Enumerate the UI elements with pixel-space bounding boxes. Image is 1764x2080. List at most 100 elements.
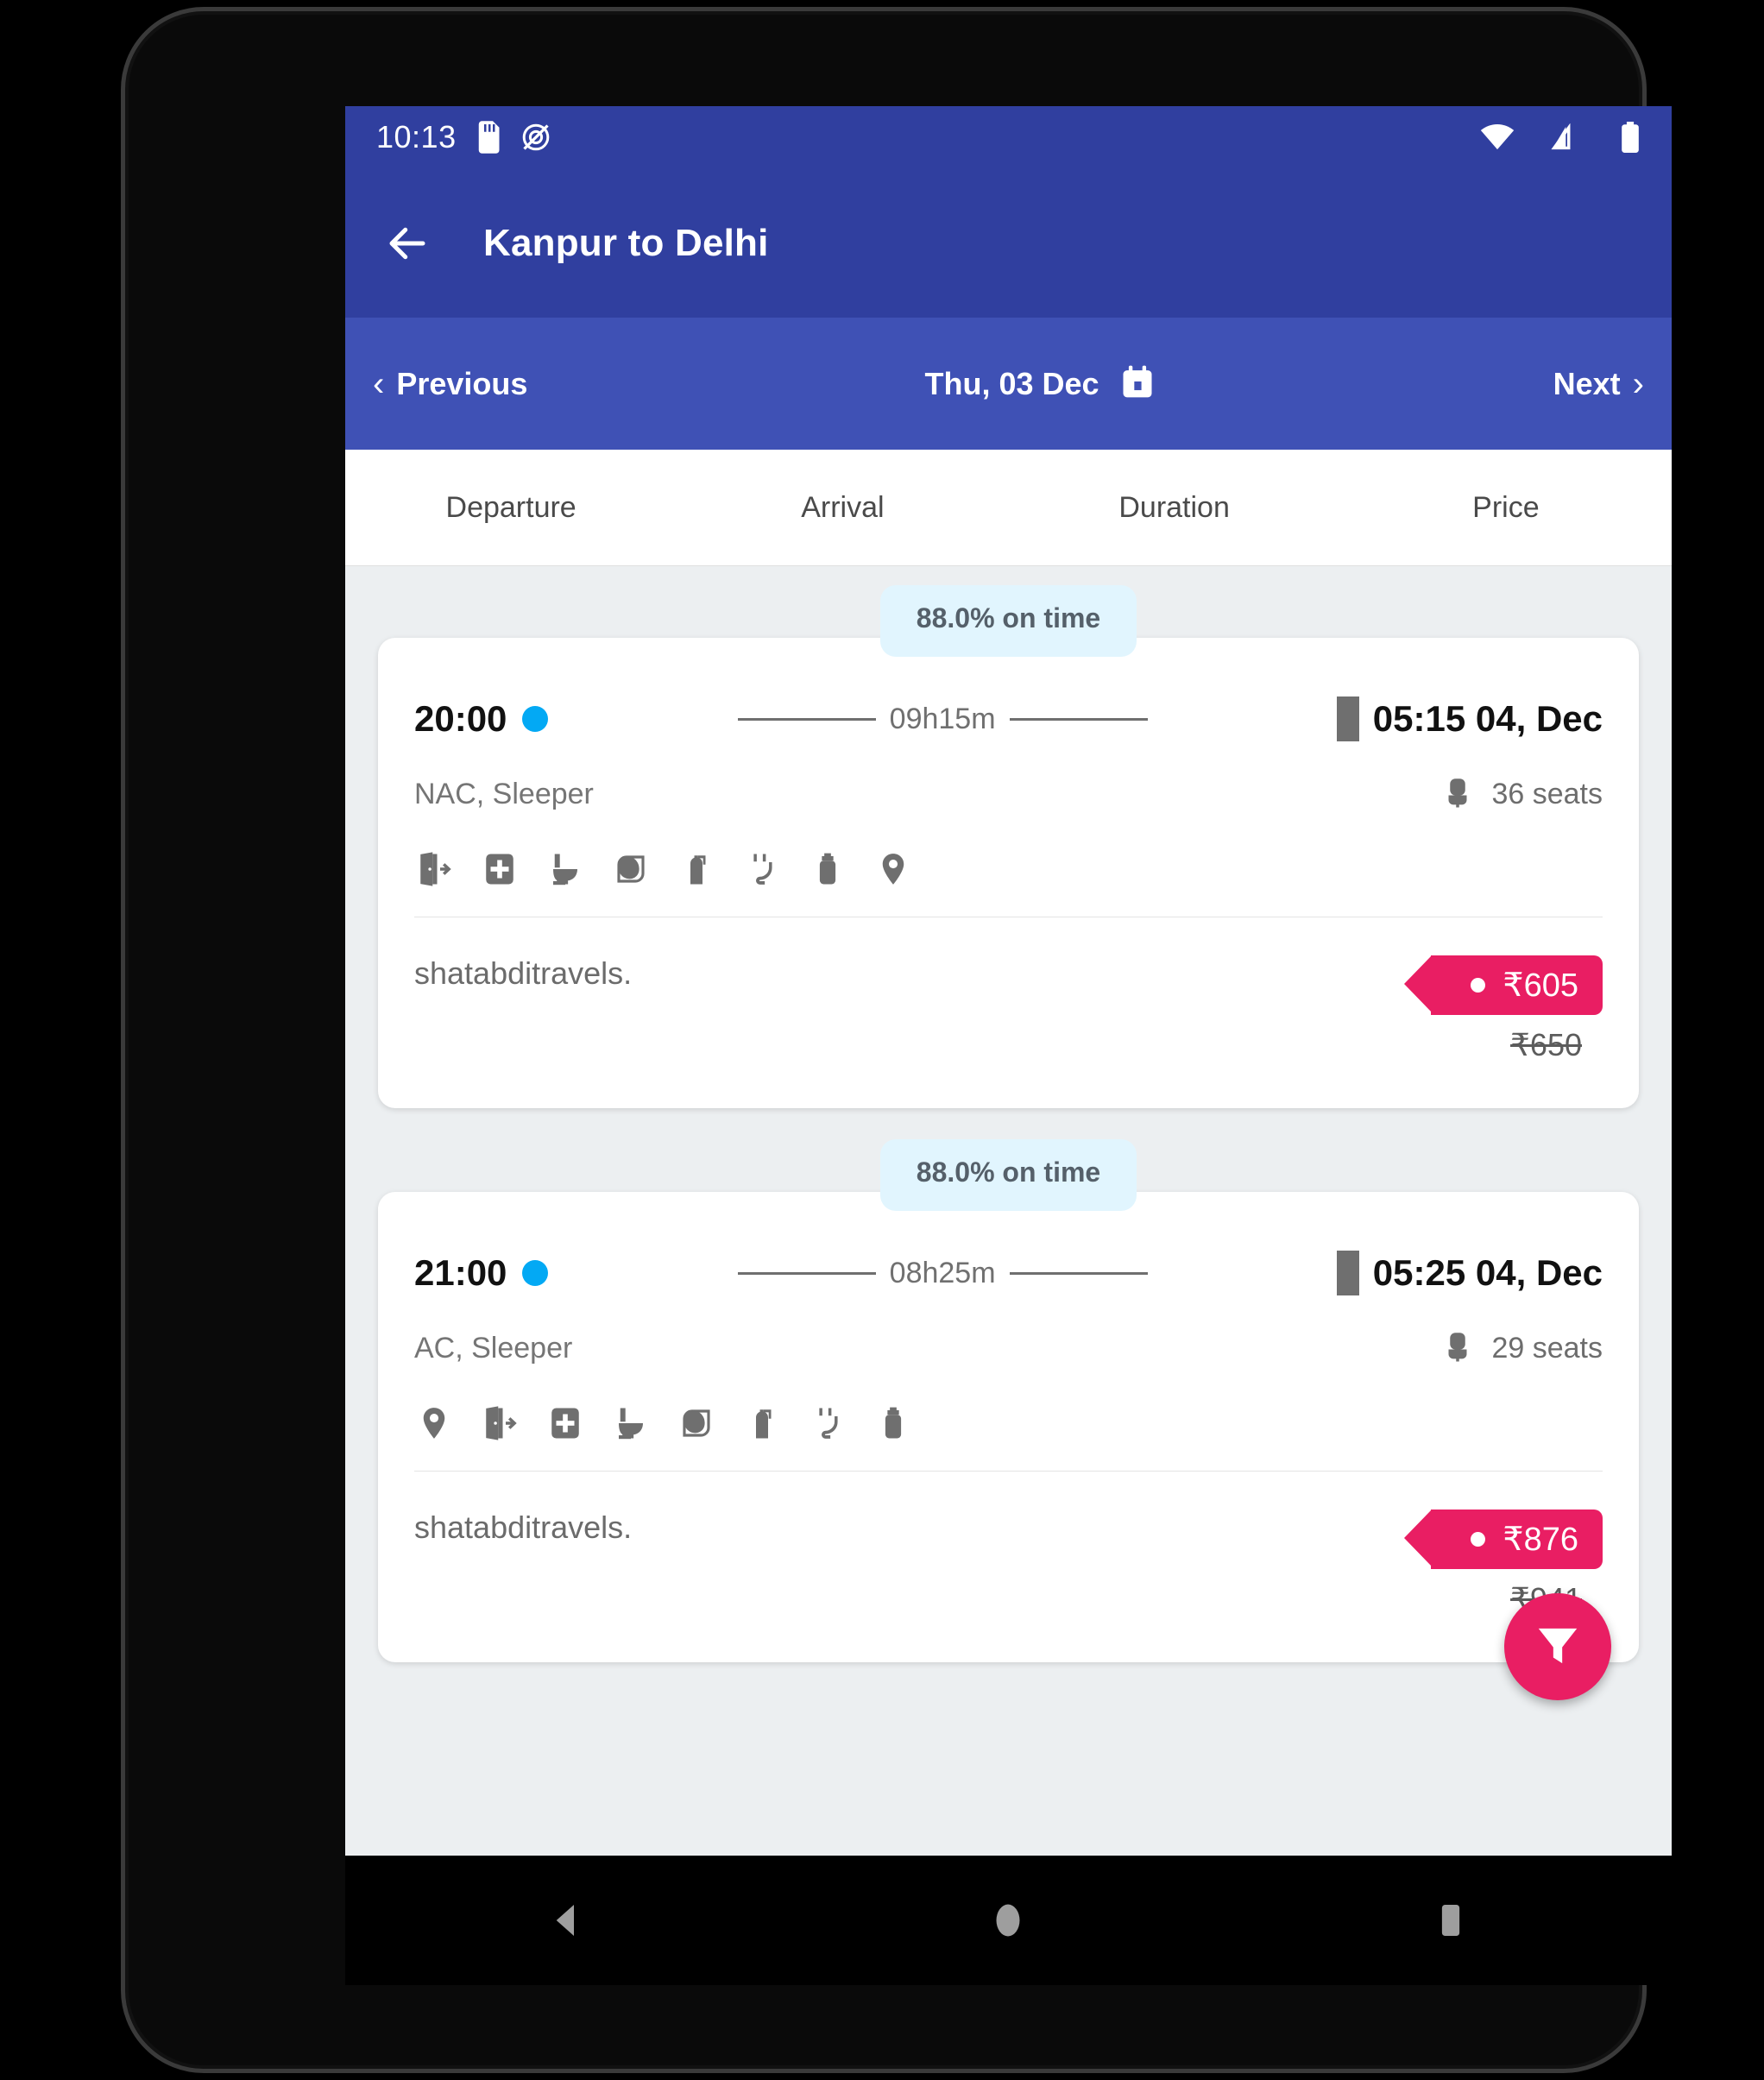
app-bar: Kanpur to Delhi [345, 168, 1672, 318]
bus-meta-row: NAC, Sleeper 36 seats [414, 774, 1603, 815]
sort-tab-price[interactable]: Price [1340, 491, 1672, 525]
bus-meta-row: AC, Sleeper 29 seats [414, 1328, 1603, 1369]
chevron-right-icon: › [1632, 364, 1644, 403]
price-group: ₹605 ₹650 [1404, 955, 1603, 1063]
duration-line-right [1009, 1271, 1148, 1275]
blanket-icon [677, 1403, 716, 1443]
page-title: Kanpur to Delhi [483, 221, 769, 264]
arrival-time: 05:25 04, Dec [1372, 1252, 1603, 1293]
trip-duration: 09h15m [889, 702, 996, 735]
arrival-marker-icon [1336, 1251, 1359, 1295]
times-row: 21:00 08h25m 05:25 04, Dec [414, 1251, 1603, 1295]
sort-tab-duration[interactable]: Duration [1009, 491, 1340, 525]
emergency-exit-icon [414, 849, 454, 889]
arrival-marker-icon [1336, 696, 1359, 741]
operator-price-row: shatabditravels. ₹605 ₹650 [414, 917, 1603, 1108]
bus-results-list[interactable]: 88.0% on time 20:00 09h15m 05:15 04, Dec [345, 566, 1672, 1856]
first-aid-icon [480, 849, 520, 889]
price-tag-hole-icon [1471, 978, 1486, 993]
toilet-icon [611, 1403, 651, 1443]
toilet-icon [545, 849, 585, 889]
current-price: ₹876 [1503, 1522, 1578, 1558]
previous-date-button[interactable]: ‹ Previous [373, 366, 527, 402]
price-tag-hole-icon [1471, 1532, 1486, 1547]
duration-group: 08h25m [570, 1257, 1314, 1290]
available-seats: 36 seats [1491, 778, 1603, 810]
duration-line-right [1009, 717, 1148, 721]
arrival-group: 05:15 04, Dec [1336, 696, 1603, 741]
water-bottle-icon [873, 1403, 913, 1443]
phone-screen: 10:13 Kanpur to Delhi ‹ Previous Thu, 03… [345, 106, 1672, 1856]
chevron-left-icon: ‹ [373, 364, 385, 403]
departure-dot-icon [522, 1260, 549, 1286]
price-tag[interactable]: ₹605 [1404, 955, 1603, 1015]
trip-duration: 08h25m [889, 1256, 996, 1289]
bus-type-label: NAC, Sleeper [414, 778, 594, 810]
sd-card-icon [476, 121, 501, 154]
times-row: 20:00 09h15m 05:15 04, Dec [414, 696, 1603, 741]
status-bar-right-icons [1461, 122, 1641, 153]
seat-icon [1440, 774, 1476, 815]
charging-point-icon [742, 849, 782, 889]
bus-card[interactable]: 20:00 09h15m 05:15 04, Dec NAC, Sleeper … [378, 638, 1639, 1108]
system-navigation-bar [345, 1856, 1672, 1985]
bus-result-item[interactable]: 88.0% on time 20:00 09h15m 05:15 04, Dec [345, 566, 1672, 1108]
next-date-button[interactable]: Next › [1553, 366, 1644, 402]
next-date-label: Next [1553, 365, 1621, 401]
bus-result-item[interactable]: 88.0% on time 21:00 08h25m 05:25 04, Dec [345, 1120, 1672, 1662]
original-price: ₹650 [1510, 1027, 1582, 1062]
live-tracking-icon [873, 849, 913, 889]
current-price: ₹605 [1503, 968, 1578, 1004]
sort-tab-departure[interactable]: Departure [345, 491, 677, 525]
seat-icon [1440, 1328, 1476, 1369]
do-not-disturb-icon [520, 122, 551, 153]
operator-price-row: shatabditravels. ₹876 ₹941 [414, 1472, 1603, 1662]
on-time-badge: 88.0% on time [879, 585, 1137, 657]
calendar-icon [1118, 362, 1156, 405]
seats-group: 36 seats [1440, 774, 1603, 815]
sort-tab-arrival[interactable]: Arrival [677, 491, 1008, 525]
system-back-button[interactable] [523, 1877, 609, 1963]
status-bar: 10:13 [345, 106, 1672, 168]
fire-extinguisher-icon [742, 1403, 782, 1443]
first-aid-icon [545, 1403, 585, 1443]
operator-name: shatabditravels. [414, 1510, 633, 1545]
bus-card[interactable]: 21:00 08h25m 05:25 04, Dec AC, Sleeper 2… [378, 1192, 1639, 1662]
amenities-row [414, 1403, 1603, 1471]
sort-tabs-bar: Departure Arrival Duration Price [345, 450, 1672, 566]
current-date-label: Thu, 03 Dec [924, 365, 1099, 401]
date-picker-button[interactable]: Thu, 03 Dec [924, 362, 1156, 405]
filter-fab-button[interactable] [1504, 1593, 1611, 1700]
date-navigation-bar: ‹ Previous Thu, 03 Dec Next › [345, 318, 1672, 450]
duration-line-left [737, 1271, 876, 1275]
departure-dot-icon [522, 706, 549, 732]
blanket-icon [611, 849, 651, 889]
seats-group: 29 seats [1440, 1328, 1603, 1369]
live-tracking-icon [414, 1403, 454, 1443]
departure-time: 20:00 [414, 698, 507, 739]
charging-point-icon [808, 1403, 847, 1443]
filter-funnel-icon [1531, 1618, 1584, 1676]
system-home-button[interactable] [965, 1877, 1051, 1963]
back-button[interactable] [376, 212, 438, 274]
battery-icon [1620, 122, 1641, 153]
arrival-group: 05:25 04, Dec [1336, 1251, 1603, 1295]
departure-time: 21:00 [414, 1252, 507, 1293]
arrival-time: 05:15 04, Dec [1372, 698, 1603, 739]
operator-name: shatabditravels. [414, 955, 633, 991]
available-seats: 29 seats [1491, 1332, 1603, 1365]
water-bottle-icon [808, 849, 847, 889]
on-time-badge: 88.0% on time [879, 1139, 1137, 1211]
duration-line-left [737, 717, 876, 721]
emergency-exit-icon [480, 1403, 520, 1443]
price-tag[interactable]: ₹876 [1404, 1510, 1603, 1569]
bus-type-label: AC, Sleeper [414, 1332, 573, 1365]
system-recents-button[interactable] [1408, 1877, 1494, 1963]
previous-date-label: Previous [396, 365, 528, 401]
cellular-signal-icon [1551, 123, 1584, 151]
amenities-row [414, 849, 1603, 917]
wifi-icon [1480, 123, 1515, 151]
device-frame: 10:13 Kanpur to Delhi ‹ Previous Thu, 03… [121, 7, 1672, 2073]
status-bar-clock: 10:13 [376, 119, 457, 154]
duration-group: 09h15m [570, 703, 1314, 736]
